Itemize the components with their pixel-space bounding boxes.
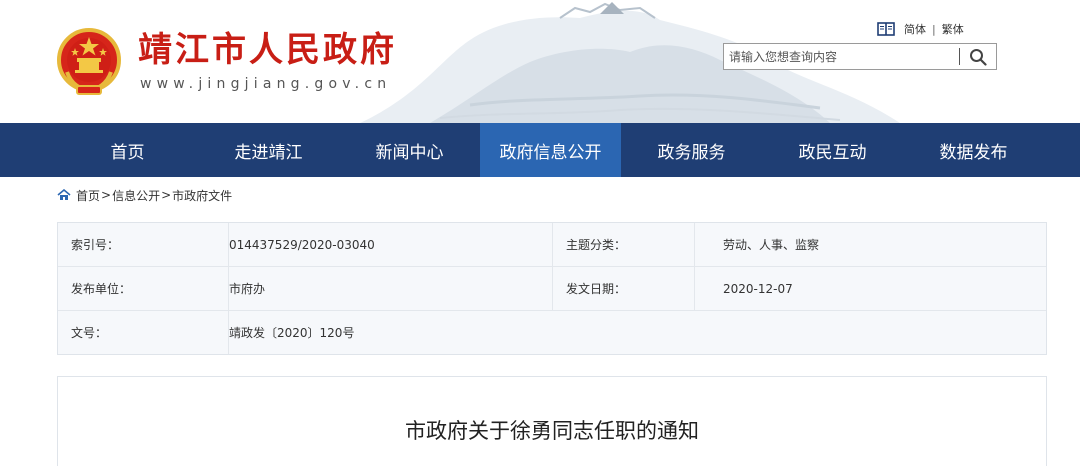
breadcrumb-separator: > bbox=[101, 188, 112, 202]
nav-item-news-center[interactable]: 新闻中心 bbox=[339, 123, 480, 177]
search-box bbox=[723, 43, 997, 70]
site-url: www.jingjiang.gov.cn bbox=[140, 76, 392, 92]
issue-date-value: 2020-12-07 bbox=[723, 281, 793, 296]
breadcrumb-separator: > bbox=[161, 188, 172, 202]
document-number-label: 文号： bbox=[58, 311, 229, 354]
publisher-label: 发布单位： bbox=[58, 267, 229, 310]
book-icon bbox=[877, 22, 895, 36]
search-input[interactable] bbox=[724, 44, 960, 69]
index-number-value: 014437529/2020-03040 bbox=[229, 223, 553, 266]
search-icon bbox=[970, 48, 987, 66]
publisher-value: 市府办 bbox=[229, 267, 553, 310]
search-button[interactable] bbox=[960, 44, 996, 69]
nav-item-home[interactable]: 首页 bbox=[57, 123, 198, 177]
breadcrumb-home[interactable]: 首页 bbox=[76, 187, 100, 204]
main-nav: 首页 走进靖江 新闻中心 政府信息公开 政务服务 政民互动 数据发布 bbox=[0, 123, 1080, 177]
article-title: 市政府关于徐勇同志任职的通知 bbox=[405, 419, 699, 443]
meta-row: 文号： 靖政发〔2020〕120号 bbox=[58, 311, 1046, 354]
site-title: 靖江市人民政府 bbox=[138, 30, 397, 70]
nav-item-government-info[interactable]: 政府信息公开 bbox=[480, 123, 621, 177]
language-separator: | bbox=[932, 22, 936, 36]
topic-category-value: 劳动、人事、监察 bbox=[723, 238, 820, 252]
home-icon bbox=[57, 189, 71, 200]
nav-item-about-jingjiang[interactable]: 走进靖江 bbox=[198, 123, 339, 177]
traditional-chinese-link[interactable]: 繁体 bbox=[942, 21, 964, 37]
issue-date-label: 发文日期： bbox=[553, 267, 695, 310]
nav-item-government-services[interactable]: 政务服务 bbox=[621, 123, 762, 177]
national-emblem-icon bbox=[57, 28, 121, 95]
site-header: 靖江市人民政府 www.jingjiang.gov.cn 简体 | 繁体 bbox=[0, 0, 1080, 123]
breadcrumb-municipal-documents[interactable]: 市政府文件 bbox=[172, 187, 232, 204]
breadcrumb-info-disclosure[interactable]: 信息公开 bbox=[112, 187, 160, 204]
meta-row: 发布单位： 市府办 发文日期： 2020-12-07 bbox=[58, 267, 1046, 311]
meta-row: 索引号： 014437529/2020-03040 主题分类： 劳动、人事、监察 bbox=[58, 223, 1046, 267]
nav-item-data-release[interactable]: 数据发布 bbox=[903, 123, 1044, 177]
breadcrumb: 首页 > 信息公开 > 市政府文件 bbox=[57, 187, 232, 203]
topic-category-label: 主题分类： bbox=[553, 223, 695, 266]
simplified-chinese-link[interactable]: 简体 bbox=[904, 21, 926, 37]
document-meta-table: 索引号： 014437529/2020-03040 主题分类： 劳动、人事、监察… bbox=[57, 222, 1047, 355]
nav-item-public-interaction[interactable]: 政民互动 bbox=[762, 123, 903, 177]
language-switch: 简体 | 繁体 bbox=[877, 21, 964, 37]
index-number-label: 索引号： bbox=[58, 223, 229, 266]
document-number-value: 靖政发〔2020〕120号 bbox=[229, 326, 355, 340]
